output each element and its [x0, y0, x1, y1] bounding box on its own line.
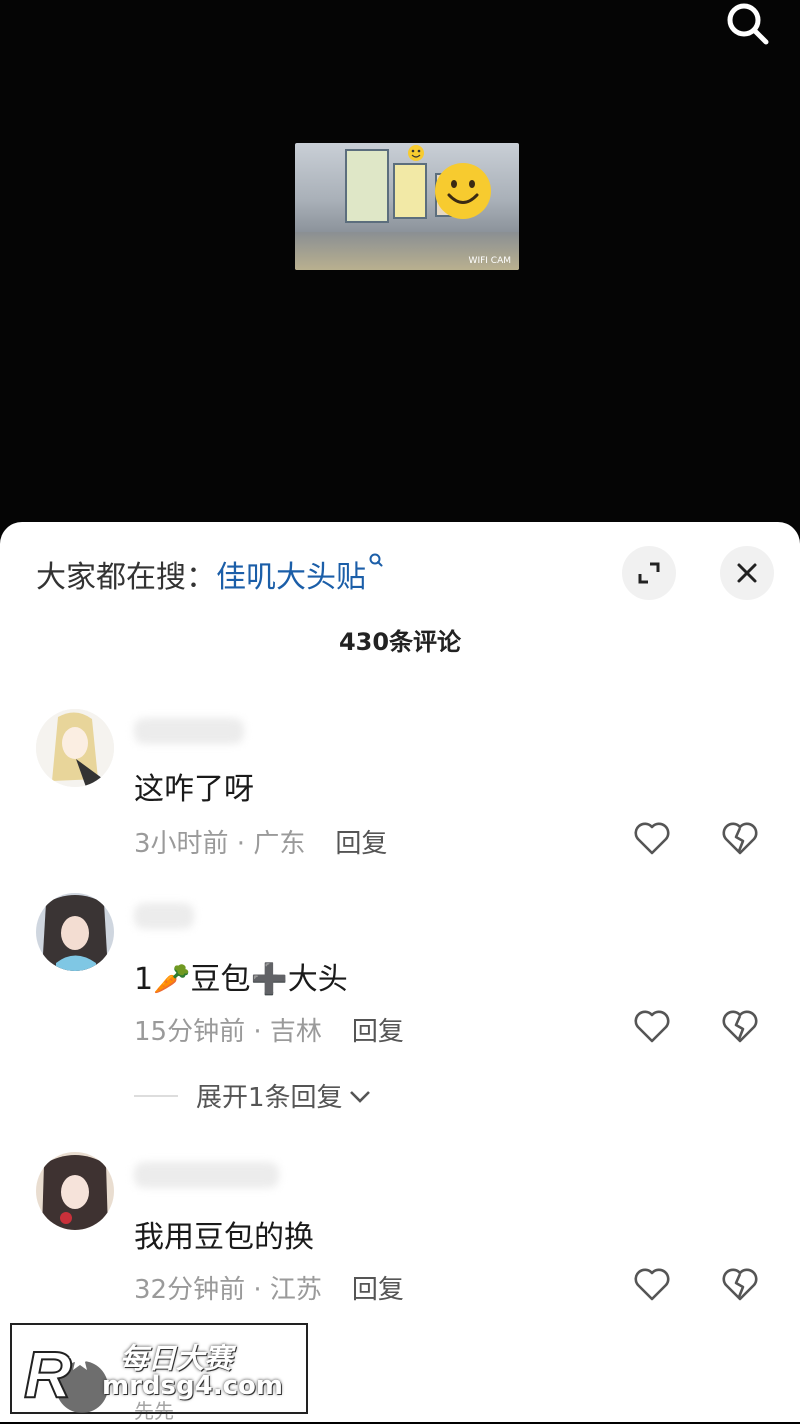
reply-button[interactable]: 回复 [352, 1275, 404, 1305]
expand-replies-label: 展开1条回复 [196, 1083, 343, 1113]
small-emoji-icon [408, 145, 424, 161]
comment-time: 32分钟前 [134, 1275, 246, 1305]
reply-button[interactable]: 回复 [335, 829, 387, 859]
expand-replies-button[interactable]: 展开1条回复 [134, 1077, 373, 1114]
comment-count: 430条评论 [338, 628, 462, 656]
small-search-icon [369, 553, 383, 567]
username-blurred[interactable] [134, 718, 244, 744]
watermark: R 每日大赛 mrdsg4.com [0, 1315, 318, 1422]
broken-heart-icon[interactable] [721, 1266, 759, 1302]
comment-text: 这咋了呀 [134, 772, 254, 807]
search-icon [727, 3, 769, 45]
smiley-face-icon [435, 163, 491, 219]
video-player[interactable]: WIFI CAM [0, 0, 800, 540]
trending-label: 大家都在搜： [36, 560, 216, 595]
comment-text: 我用豆包的换 [134, 1220, 314, 1255]
close-icon [737, 563, 757, 583]
camera-overlay-text: WIFI CAM [468, 256, 511, 266]
avatar[interactable] [36, 893, 114, 971]
broken-heart-icon[interactable] [721, 1008, 759, 1044]
divider [134, 1094, 178, 1097]
trending-keyword-link[interactable]: 佳叽大头贴 [216, 560, 366, 595]
comment-time: 15分钟前 [134, 1017, 246, 1047]
expand-button[interactable] [622, 546, 676, 600]
trending-search: 大家都在搜：佳叽大头贴 [36, 552, 384, 596]
comment-meta: 32分钟前 · 江苏 回复 [134, 1275, 404, 1305]
comment-meta: 15分钟前 · 吉林 回复 [134, 1017, 404, 1047]
avatar[interactable] [36, 709, 114, 787]
chevron-down-icon [349, 1090, 370, 1103]
watermark-logo: R [23, 1336, 108, 1413]
username-blurred[interactable] [134, 903, 194, 929]
comment-text: 1🥕豆包➕大头 [134, 962, 348, 997]
broken-heart-icon[interactable] [721, 820, 759, 856]
watermark-url: mrdsg4.com [102, 1371, 283, 1401]
reply-button[interactable]: 回复 [352, 1017, 404, 1047]
heart-icon[interactable] [633, 1008, 671, 1044]
comment-meta: 3小时前 · 广东 回复 [134, 829, 388, 859]
comment-time: 3小时前 [134, 829, 229, 859]
expand-icon [638, 562, 660, 584]
heart-icon[interactable] [633, 1266, 671, 1302]
comment-location: 广东 [253, 829, 306, 859]
search-button[interactable] [724, 0, 772, 48]
heart-icon[interactable] [633, 820, 671, 856]
comment-location: 吉林 [269, 1017, 322, 1047]
avatar[interactable] [36, 1152, 114, 1230]
svg-text:R: R [24, 1337, 72, 1411]
username-blurred[interactable] [134, 1162, 279, 1188]
close-button[interactable] [720, 546, 774, 600]
comment-location: 江苏 [269, 1275, 322, 1305]
